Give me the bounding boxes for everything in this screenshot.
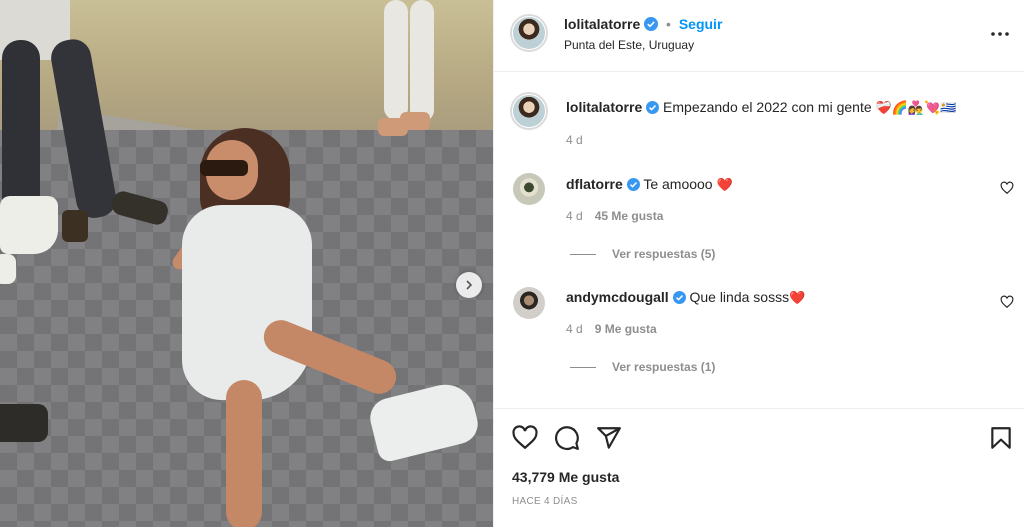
header-user-row: lolitalatorre • Seguir xyxy=(564,16,722,32)
post-photo[interactable] xyxy=(0,0,493,527)
caption: lolitalatorre Empezando el 2022 con mi g… xyxy=(566,99,956,116)
comment: andymcdougall Que linda sosss❤️ xyxy=(566,289,805,306)
comment-time[interactable]: 4 d xyxy=(566,322,583,336)
view-replies-button[interactable]: Ver respuestas (5) xyxy=(570,247,715,261)
bookmark-icon[interactable] xyxy=(988,425,1014,451)
separator-dot: • xyxy=(666,16,671,32)
caption-username[interactable]: lolitalatorre xyxy=(566,99,642,115)
replies-line xyxy=(570,367,596,369)
verified-badge-icon xyxy=(626,178,640,191)
caption-time[interactable]: 4 d xyxy=(566,133,583,147)
view-replies-button[interactable]: Ver respuestas (1) xyxy=(570,360,715,374)
verified-badge-icon xyxy=(672,291,686,304)
comment-text: Te amoooo xyxy=(643,176,713,192)
share-icon[interactable] xyxy=(596,425,622,451)
caption-emojis: ❤️‍🩹🌈👩‍❤️‍👨💘🇺🇾 xyxy=(875,100,957,115)
sunglasses xyxy=(200,160,248,176)
white-dress xyxy=(182,205,312,400)
header-username[interactable]: lolitalatorre xyxy=(564,16,640,32)
avatar[interactable] xyxy=(513,95,545,127)
comment-username[interactable]: dflatorre xyxy=(566,176,623,192)
comment-text: Que linda sosss xyxy=(689,289,790,305)
likes-count[interactable]: 43,779 Me gusta xyxy=(512,469,619,485)
comment-meta: 4 d 45 Me gusta xyxy=(566,209,663,223)
follow-button[interactable]: Seguir xyxy=(679,16,723,32)
heart-emoji: ❤️ xyxy=(789,290,806,305)
comment-like-heart-icon[interactable] xyxy=(1000,181,1014,195)
comment-likes[interactable]: 9 Me gusta xyxy=(595,322,657,336)
heart-emoji: ❤️ xyxy=(716,177,733,192)
comment-username[interactable]: andymcdougall xyxy=(566,289,669,305)
location-link[interactable]: Punta del Este, Uruguay xyxy=(564,38,694,52)
caption-text: Empezando el 2022 con mi gente xyxy=(663,99,872,115)
avatar[interactable] xyxy=(513,287,545,319)
post-date[interactable]: HACE 4 DÍAS xyxy=(512,496,578,507)
comment: dflatorre Te amoooo ❤️ xyxy=(566,176,733,193)
chevron-right-icon xyxy=(466,280,473,290)
avatar[interactable] xyxy=(513,173,545,205)
more-options-button[interactable] xyxy=(988,22,1012,46)
heart-icon[interactable] xyxy=(512,425,538,451)
verified-badge-icon xyxy=(646,101,660,114)
avatar[interactable] xyxy=(513,17,545,49)
post-header: lolitalatorre • Seguir Punta del Este, U… xyxy=(494,0,1024,72)
next-photo-button[interactable] xyxy=(456,272,482,298)
comment-meta: 4 d 9 Me gusta xyxy=(566,322,657,336)
comment-likes[interactable]: 45 Me gusta xyxy=(595,209,664,223)
replies-line xyxy=(570,254,596,256)
comment-like-heart-icon[interactable] xyxy=(1000,295,1014,309)
verified-badge-icon xyxy=(644,17,659,31)
comment-time[interactable]: 4 d xyxy=(566,209,583,223)
view-replies-label: Ver respuestas (1) xyxy=(612,360,716,374)
comment-icon[interactable] xyxy=(554,425,580,451)
view-replies-label: Ver respuestas (5) xyxy=(612,247,716,261)
comments-list[interactable]: lolitalatorre Empezando el 2022 con mi g… xyxy=(494,72,1024,408)
more-horizontal-icon xyxy=(991,32,1009,36)
post-actions-bar: 43,779 Me gusta HACE 4 DÍAS xyxy=(494,408,1024,527)
post-side-panel: lolitalatorre • Seguir Punta del Este, U… xyxy=(493,0,1024,527)
